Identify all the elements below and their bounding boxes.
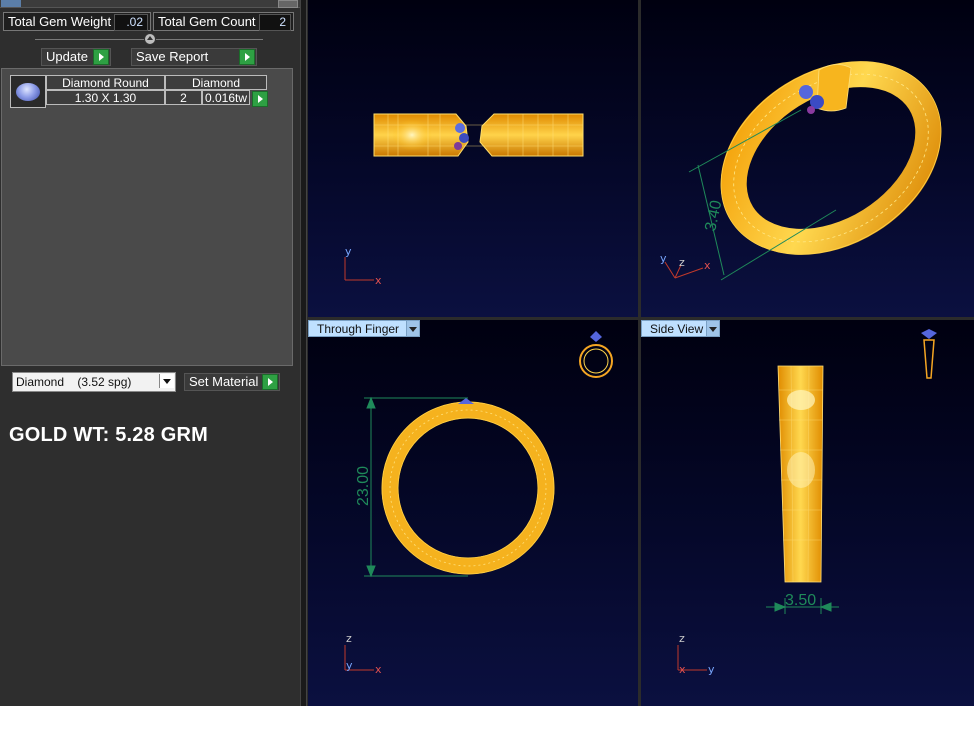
- ring-height-dimension: 23.00: [355, 466, 372, 506]
- ring-width-dimension: 3.50: [785, 592, 816, 609]
- gem-shape-header: Diamond Round: [46, 75, 165, 90]
- set-material-go-icon[interactable]: [262, 374, 278, 390]
- gold-weight-readout: GOLD WT: 5.28 GRM: [9, 424, 208, 446]
- gem-panel: Total Gem Weight .02 Total Gem Count 2 U…: [0, 0, 300, 706]
- save-report-button[interactable]: Save Report: [131, 48, 257, 66]
- through-axis-x-label: x: [375, 663, 382, 676]
- gem-size-cell: 1.30 X 1.30: [46, 90, 165, 105]
- front-axis-x-label: x: [375, 274, 382, 287]
- app-window: Total Gem Weight .02 Total Gem Count 2 U…: [0, 0, 974, 706]
- viewport-perspective[interactable]: 3.40 y z x: [641, 0, 974, 317]
- side-mini-icon: [921, 329, 937, 379]
- material-select-value: Diamond (3.52 spg): [16, 375, 132, 389]
- gem-row-go-icon[interactable]: [252, 91, 268, 107]
- update-button[interactable]: Update: [41, 48, 111, 66]
- update-label: Update: [46, 49, 88, 64]
- side-axis-z-label: z: [679, 632, 685, 645]
- perspective-axis-y-label: y: [660, 252, 667, 265]
- material-select[interactable]: Diamond (3.52 spg): [12, 372, 176, 392]
- through-finger-render: 23.00 z y x: [344, 331, 613, 676]
- perspective-view-render: 3.40 y z x: [660, 61, 942, 281]
- set-material-button[interactable]: Set Material: [184, 373, 280, 391]
- perspective-dimension-label: 3.40: [702, 199, 725, 233]
- chevron-down-icon[interactable]: [159, 374, 174, 388]
- panel-toolbar: [0, 0, 300, 8]
- save-report-label: Save Report: [136, 49, 209, 64]
- gem-type-header: Diamond: [165, 75, 267, 90]
- viewport-through-finger[interactable]: Through Finger 23.00 z y x: [308, 320, 638, 706]
- diamond-icon: [16, 83, 40, 101]
- total-gem-weight-label: Total Gem Weight: [8, 14, 112, 29]
- ring-mini-icon: [579, 331, 613, 378]
- total-gem-weight-value[interactable]: .02: [114, 14, 148, 31]
- perspective-axis-x-label: x: [704, 259, 711, 272]
- gem-count-cell: 2: [165, 90, 202, 105]
- gem-list: Diamond Round Diamond 1.30 X 1.30 2 0.01…: [1, 68, 293, 366]
- set-material-label: Set Material: [189, 374, 259, 389]
- total-gem-count-label: Total Gem Count: [158, 14, 256, 29]
- panel-collapse-knob[interactable]: [144, 33, 156, 45]
- front-axis-gizmo: y x: [344, 245, 382, 287]
- total-gem-weight-field: Total Gem Weight .02: [3, 12, 151, 31]
- front-axis-y-label: y: [345, 245, 352, 258]
- perspective-axis-gizmo: y z x: [660, 252, 711, 279]
- through-axis-y-label: y: [346, 659, 353, 672]
- viewport-front[interactable]: y x: [308, 0, 638, 317]
- panel-minimize-button[interactable]: [278, 0, 298, 8]
- perspective-axis-z-label: z: [679, 256, 685, 269]
- save-report-go-icon[interactable]: [239, 49, 255, 65]
- front-view-render: y x: [344, 113, 584, 287]
- gem-weight-cell: 0.016tw: [202, 90, 250, 105]
- update-go-icon[interactable]: [93, 49, 109, 65]
- panel-menu-icon[interactable]: [1, 0, 21, 7]
- through-axis-gizmo: z y x: [344, 632, 382, 676]
- through-axis-z-label: z: [346, 632, 352, 645]
- total-gem-count-field: Total Gem Count 2: [153, 12, 294, 31]
- side-axis-x-label: x: [679, 663, 686, 676]
- side-axis-gizmo: z x y: [677, 632, 715, 676]
- diamond-thumbnail: [10, 75, 46, 108]
- panel-splitter[interactable]: [300, 0, 307, 706]
- total-gem-count-value[interactable]: 2: [259, 14, 291, 31]
- viewport-side[interactable]: Side View 3.50 z x y: [641, 320, 974, 706]
- side-axis-y-label: y: [708, 663, 715, 676]
- gem-list-item[interactable]: Diamond Round Diamond 1.30 X 1.30 2 0.01…: [10, 75, 268, 108]
- side-view-render: 3.50 z x y: [677, 329, 937, 676]
